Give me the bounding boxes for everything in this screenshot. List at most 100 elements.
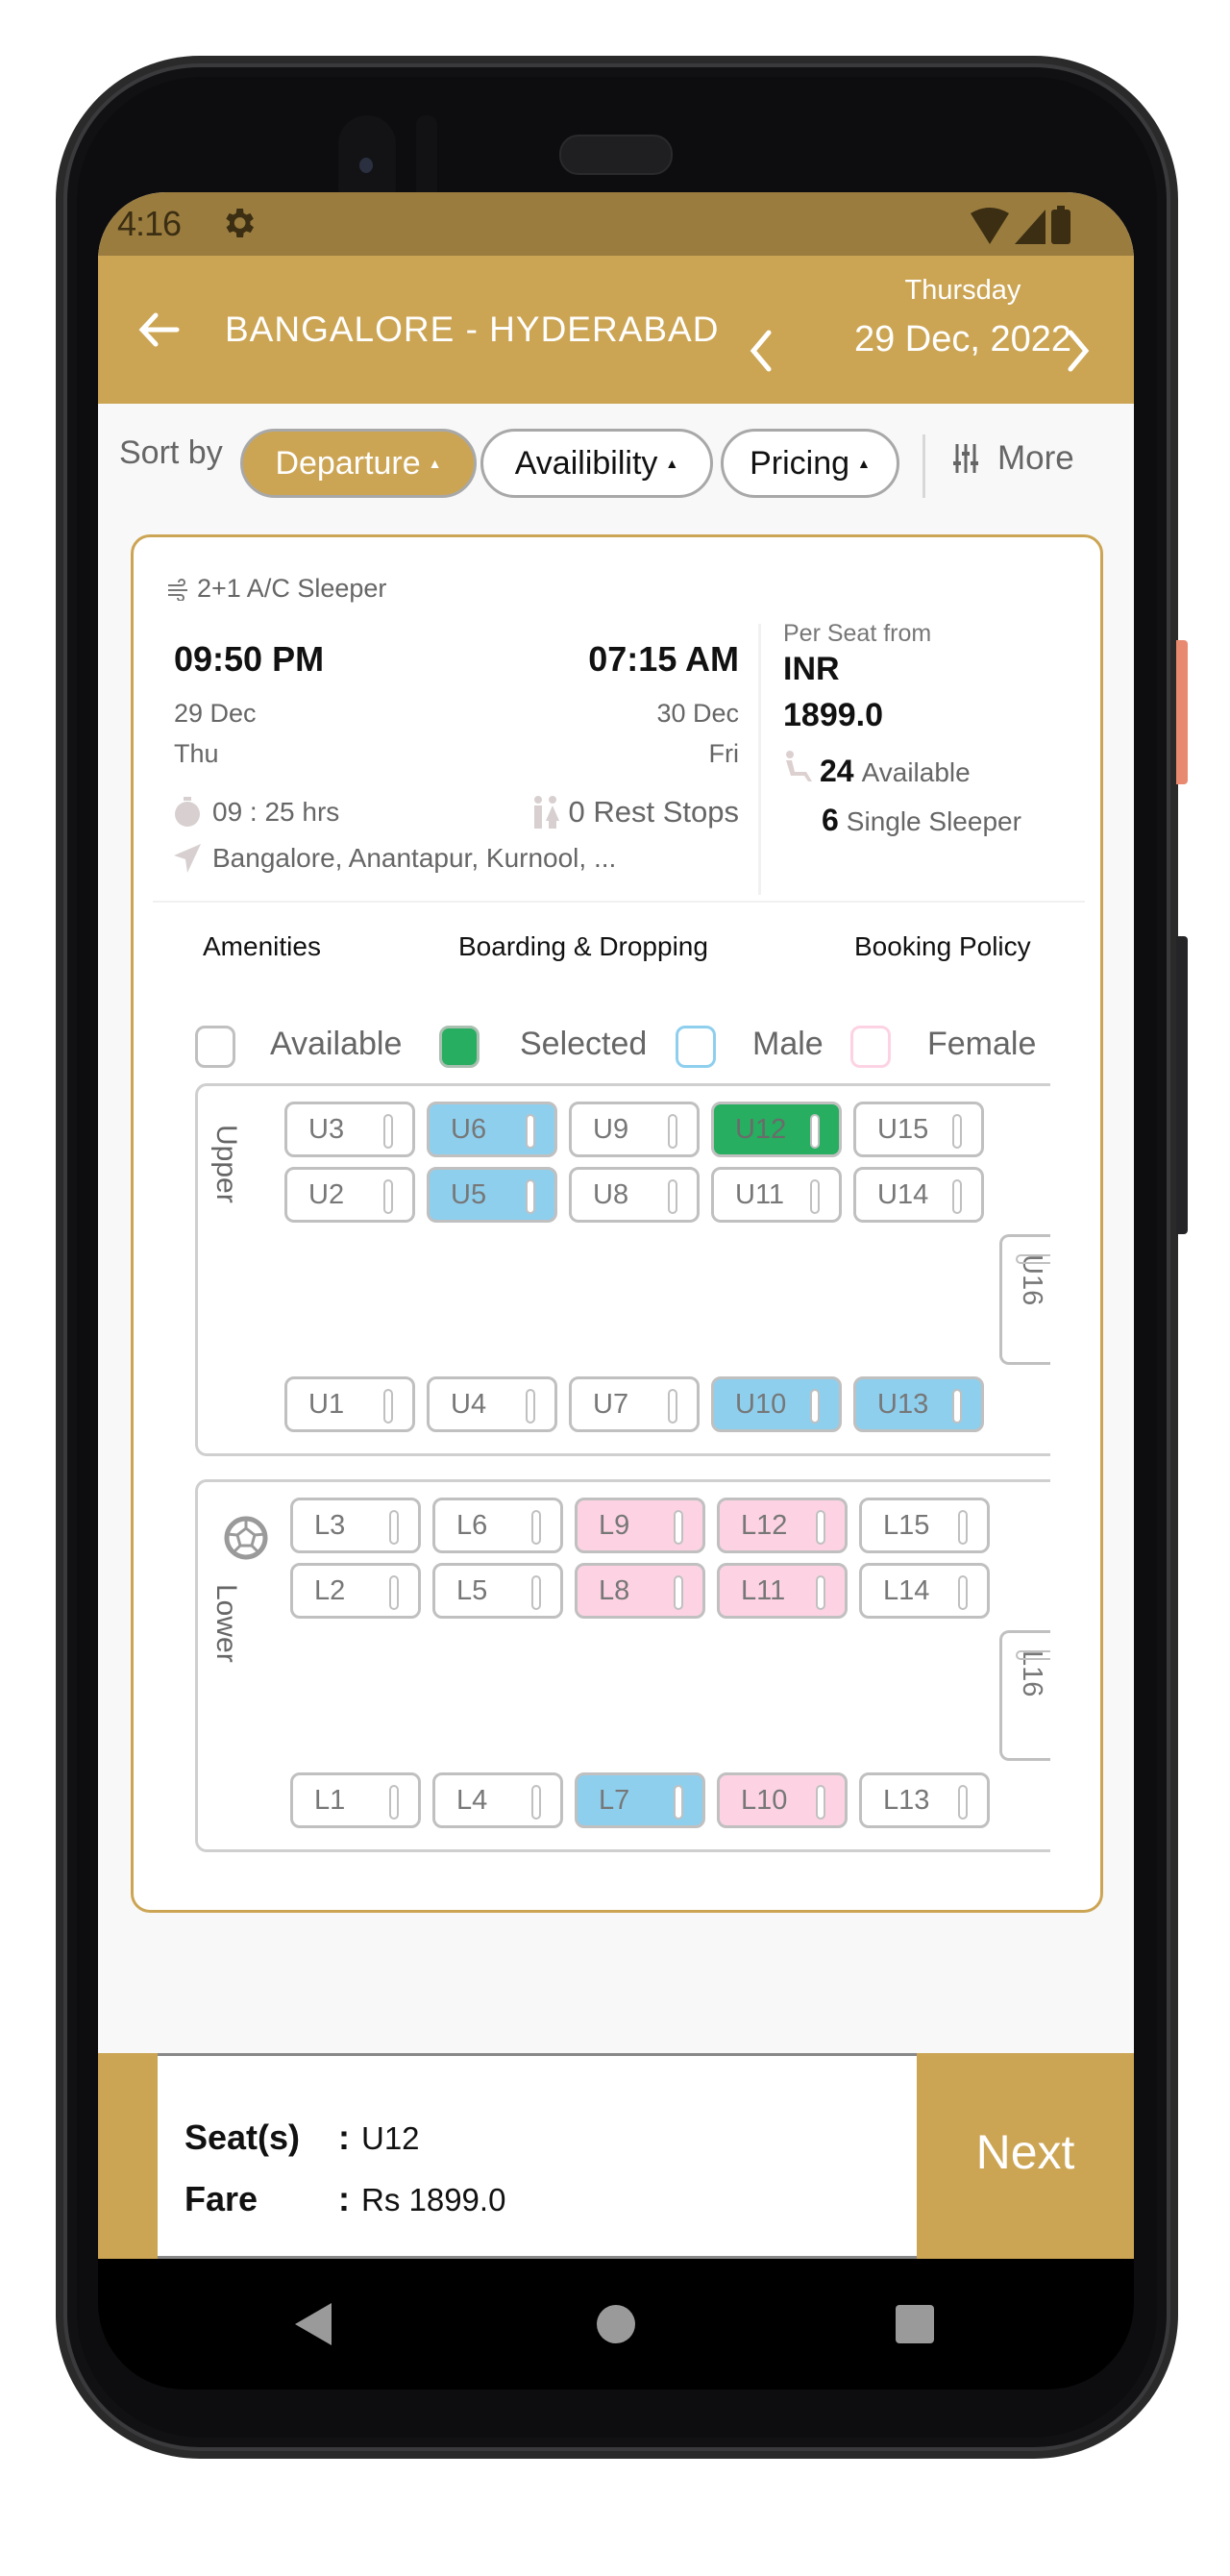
price-divider [758, 624, 761, 895]
app-screen: 4:16 BANGALORE - HYDERABAD Thursday 29 D… [98, 192, 1134, 2259]
seat-label: L4 [456, 1784, 488, 1816]
pillow-icon [958, 1510, 968, 1545]
more-label: More [997, 439, 1074, 477]
seat-label: U13 [877, 1388, 929, 1420]
pillow-icon [952, 1114, 962, 1149]
bus-card: 2+1 A/C Sleeper 09:50 PM 29 Dec Thu 07:1… [131, 534, 1103, 1913]
seat-l8[interactable]: L8 [575, 1563, 705, 1619]
seat-u15[interactable]: U15 [853, 1102, 984, 1157]
nav-recents-icon[interactable] [896, 2305, 934, 2343]
seat-l5[interactable]: L5 [432, 1563, 563, 1619]
bus-type: 2+1 A/C Sleeper [166, 574, 386, 604]
departure-time: 09:50 PM [174, 639, 325, 679]
pillow-icon [389, 1785, 399, 1820]
seat-l1[interactable]: L1 [290, 1772, 421, 1828]
sort-availability-chip[interactable]: Availibility ▲ [480, 429, 713, 498]
seat-label: U15 [877, 1113, 929, 1145]
available-seats: 24 Available [783, 751, 971, 789]
sort-arrow-icon: ▲ [857, 456, 871, 471]
seat-l12[interactable]: L12 [717, 1498, 848, 1553]
seat-u6[interactable]: U6 [427, 1102, 557, 1157]
bus-type-label: 2+1 A/C Sleeper [197, 574, 387, 603]
currency: INR [783, 651, 840, 687]
seat-label: L10 [741, 1784, 788, 1816]
pillow-icon [389, 1510, 399, 1545]
fare-row: Fare : Rs 1899.0 [184, 2179, 505, 2219]
seat-u4[interactable]: U4 [427, 1376, 557, 1432]
back-arrow-icon[interactable] [135, 306, 183, 354]
tab-boarding-dropping[interactable]: Boarding & Dropping [458, 931, 708, 962]
pillow-icon [810, 1114, 820, 1149]
chevron-left-icon[interactable] [742, 327, 780, 375]
nav-home-icon[interactable] [597, 2305, 635, 2343]
status-time: 4:16 [117, 204, 182, 243]
seat-l13[interactable]: L13 [859, 1772, 990, 1828]
earpiece-speaker [559, 135, 673, 175]
travel-day: Thursday [904, 275, 1021, 306]
sort-arrow-icon: ▲ [428, 456, 442, 471]
pillow-icon [668, 1389, 677, 1424]
seat-u12[interactable]: U12 [711, 1102, 842, 1157]
pillow-icon [958, 1785, 968, 1820]
seat-label: L12 [741, 1509, 788, 1541]
seat-l2[interactable]: L2 [290, 1563, 421, 1619]
restroom-icon [533, 796, 559, 829]
seat-u14[interactable]: U14 [853, 1167, 984, 1223]
seat-l11[interactable]: L11 [717, 1563, 848, 1619]
pillow-icon [668, 1179, 677, 1214]
pillow-icon [810, 1179, 820, 1214]
seat-u13[interactable]: U13 [853, 1376, 984, 1432]
tab-booking-policy[interactable]: Booking Policy [854, 931, 1031, 962]
seat-u1[interactable]: U1 [284, 1376, 415, 1432]
seat-l3[interactable]: L3 [290, 1498, 421, 1553]
seat-u11[interactable]: U11 [711, 1167, 842, 1223]
pillow-icon [526, 1179, 535, 1214]
seat-label: U11 [735, 1178, 785, 1210]
seat-u16[interactable]: U16 [999, 1234, 1050, 1365]
seat-label: U1 [308, 1388, 345, 1420]
seat-l15[interactable]: L15 [859, 1498, 990, 1553]
pillow-icon [810, 1389, 820, 1424]
nav-back-icon[interactable] [295, 2303, 332, 2345]
tab-amenities[interactable]: Amenities [203, 931, 321, 962]
legend-selected-swatch [439, 1026, 480, 1068]
sort-label: Sort by [119, 434, 223, 471]
seat-l6[interactable]: L6 [432, 1498, 563, 1553]
pillow-icon [816, 1575, 825, 1610]
seat-l16[interactable]: L16 [999, 1630, 1050, 1761]
seat-l4[interactable]: L4 [432, 1772, 563, 1828]
seat-u2[interactable]: U2 [284, 1167, 415, 1223]
chevron-right-icon[interactable] [1059, 327, 1097, 375]
seat-legend: Available Selected Male Female [134, 1018, 1100, 1076]
rest-stops: 0 Rest Stops [532, 795, 739, 830]
pillow-icon [383, 1179, 393, 1214]
lower-deck: Lower L3 L6 L9 L12 L15 L2 L5 L8 L11 L14 L1 L4 L7 L10 L… [195, 1479, 1050, 1852]
pillow-icon [958, 1575, 968, 1610]
seat-u9[interactable]: U9 [569, 1102, 700, 1157]
sort-bar: Sort by Departure ▲ Availibility ▲ Prici… [98, 406, 1134, 502]
filter-sliders-icon [953, 444, 978, 473]
seat-u3[interactable]: U3 [284, 1102, 415, 1157]
seat-label: U5 [451, 1178, 487, 1210]
seat-u8[interactable]: U8 [569, 1167, 700, 1223]
sort-pricing-chip[interactable]: Pricing ▲ [721, 429, 899, 498]
seat-u5[interactable]: U5 [427, 1167, 557, 1223]
seat-u10[interactable]: U10 [711, 1376, 842, 1432]
pillow-icon [952, 1179, 962, 1214]
next-button[interactable]: Next [917, 2053, 1134, 2259]
seat-l10[interactable]: L10 [717, 1772, 848, 1828]
sort-departure-chip[interactable]: Departure ▲ [240, 429, 477, 498]
seat-l9[interactable]: L9 [575, 1498, 705, 1553]
seat-l7[interactable]: L7 [575, 1772, 705, 1828]
pillow-icon [389, 1575, 399, 1610]
seat-u7[interactable]: U7 [569, 1376, 700, 1432]
legend-selected-label: Selected [520, 1026, 648, 1062]
card-divider [153, 901, 1085, 903]
seats-label: Seat(s) [184, 2118, 301, 2157]
stopwatch-icon [175, 797, 200, 827]
more-filters-button[interactable]: More [953, 434, 1074, 483]
seat-l14[interactable]: L14 [859, 1563, 990, 1619]
duration-value: 09 : 25 hrs [212, 797, 340, 827]
pillow-icon [1016, 1650, 1050, 1660]
seat-label: L13 [883, 1784, 930, 1816]
